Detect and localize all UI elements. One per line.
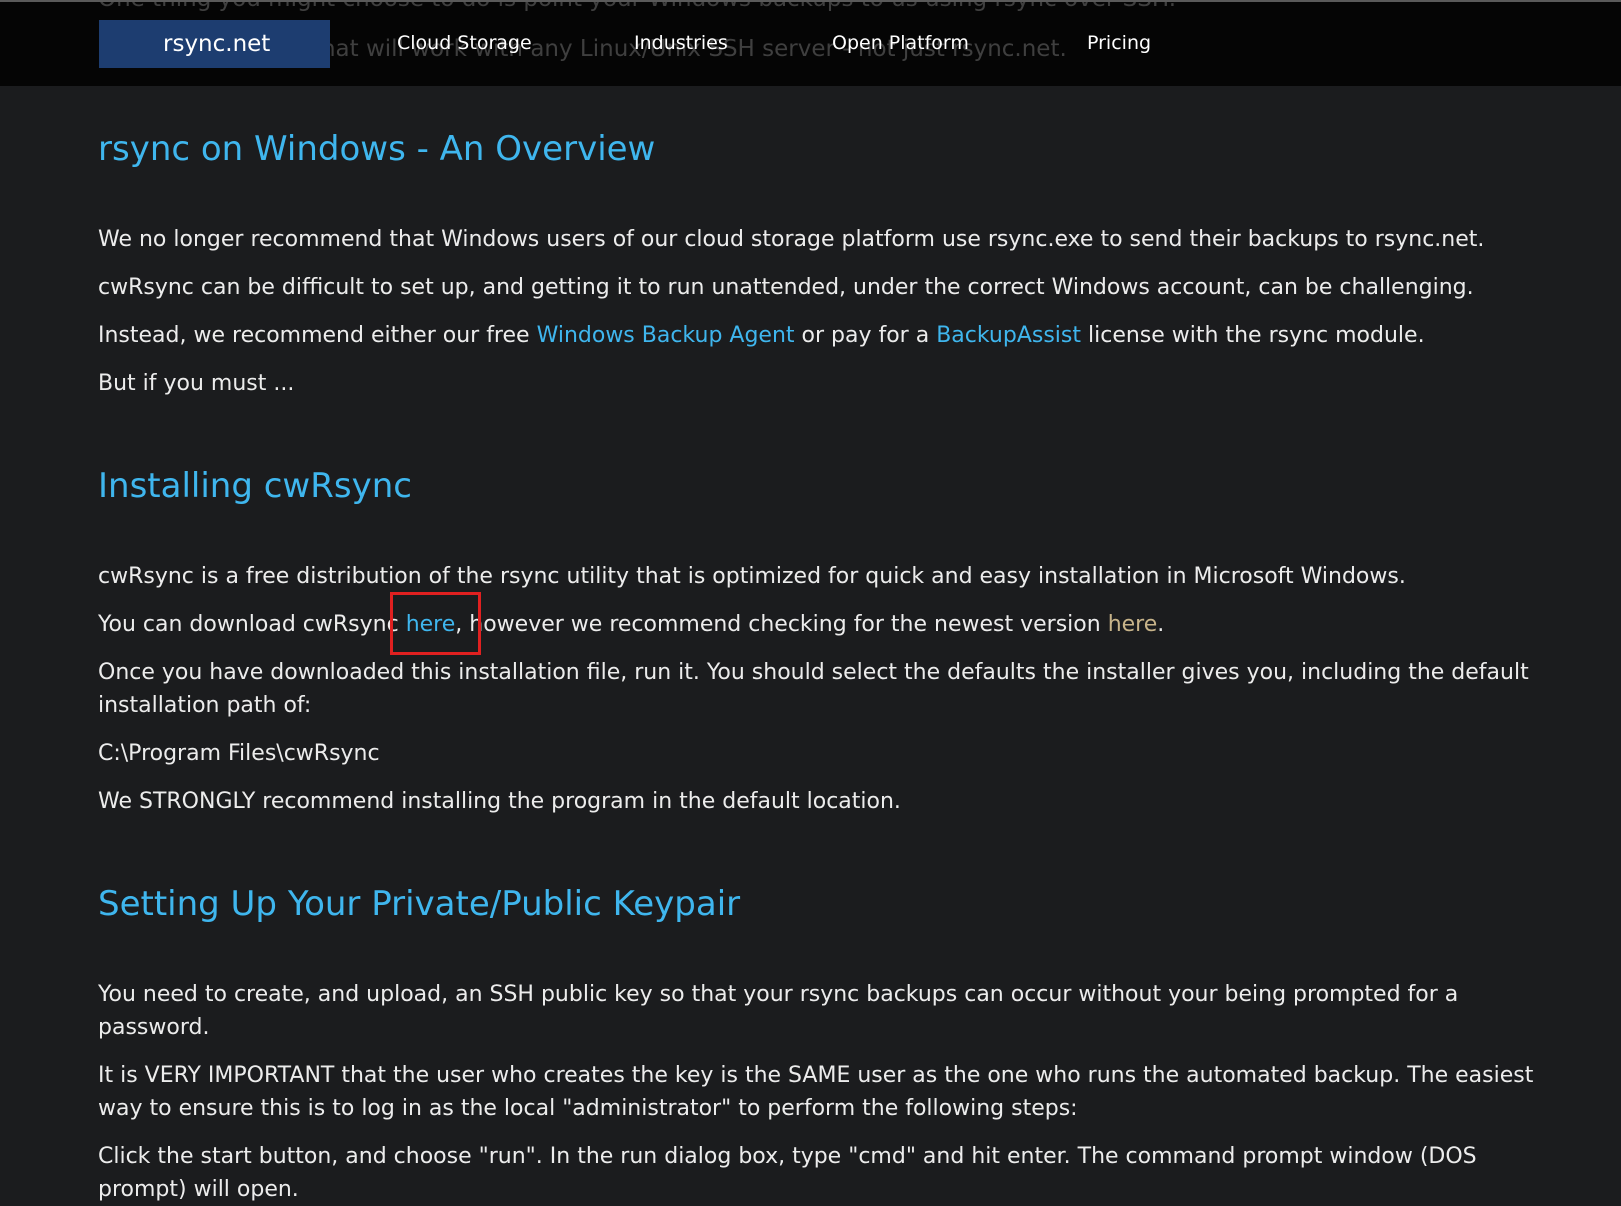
overview-paragraph-2: cwRsync can be difficult to set up, and … (98, 275, 1474, 300)
section-heading-overview: rsync on Windows - An Overview (98, 129, 656, 169)
brand-logo-link[interactable]: rsync.net (99, 20, 330, 68)
overview-text: license with the rsync module. (1081, 323, 1425, 348)
windows-backup-agent-link[interactable]: Windows Backup Agent (537, 323, 795, 348)
install-path: C:\Program Files\cwRsync (98, 741, 380, 766)
nav-item-pricing[interactable]: Pricing (1087, 32, 1151, 54)
overview-text: Instead, we recommend either our free (98, 323, 537, 348)
install-paragraph-2: You can download cwRsync here, however w… (98, 608, 1548, 641)
nav-item-industries[interactable]: Industries (634, 32, 728, 54)
cwrsync-newest-version-link[interactable]: here (1108, 612, 1158, 637)
section-heading-keypair: Setting Up Your Private/Public Keypair (98, 884, 741, 924)
keypair-paragraph-3: Click the start button, and choose "run"… (98, 1144, 1477, 1202)
nav-item-open-platform[interactable]: Open Platform (832, 32, 969, 54)
cwrsync-download-link[interactable]: here (406, 612, 456, 637)
overview-paragraph-4: But if you must ... (98, 371, 295, 396)
nav-item-cloud-storage[interactable]: Cloud Storage (397, 32, 532, 54)
install-paragraph-5: We STRONGLY recommend installing the pro… (98, 789, 901, 814)
install-text: You can download cwRsync (98, 612, 406, 637)
keypair-paragraph-1: You need to create, and upload, an SSH p… (98, 982, 1459, 1040)
install-paragraph-1: cwRsync is a free distribution of the rs… (98, 564, 1406, 589)
overview-text: or pay for a (794, 323, 937, 348)
install-text: , however we recommend checking for the … (455, 612, 1108, 637)
scrolled-text-behind-nav: One thing you might choose to do is poin… (98, 2, 1176, 12)
install-paragraph-3: Once you have downloaded this installati… (98, 660, 1529, 718)
overview-paragraph-3: Instead, we recommend either our free Wi… (98, 319, 1548, 352)
install-text: . (1157, 612, 1165, 637)
overview-paragraph-1: We no longer recommend that Windows user… (98, 227, 1485, 252)
top-navigation-bar: One thing you might choose to do is poin… (0, 0, 1621, 86)
keypair-paragraph-2: It is VERY IMPORTANT that the user who c… (98, 1063, 1534, 1121)
section-heading-installing: Installing cwRsync (98, 466, 412, 506)
backupassist-link[interactable]: BackupAssist (936, 323, 1081, 348)
